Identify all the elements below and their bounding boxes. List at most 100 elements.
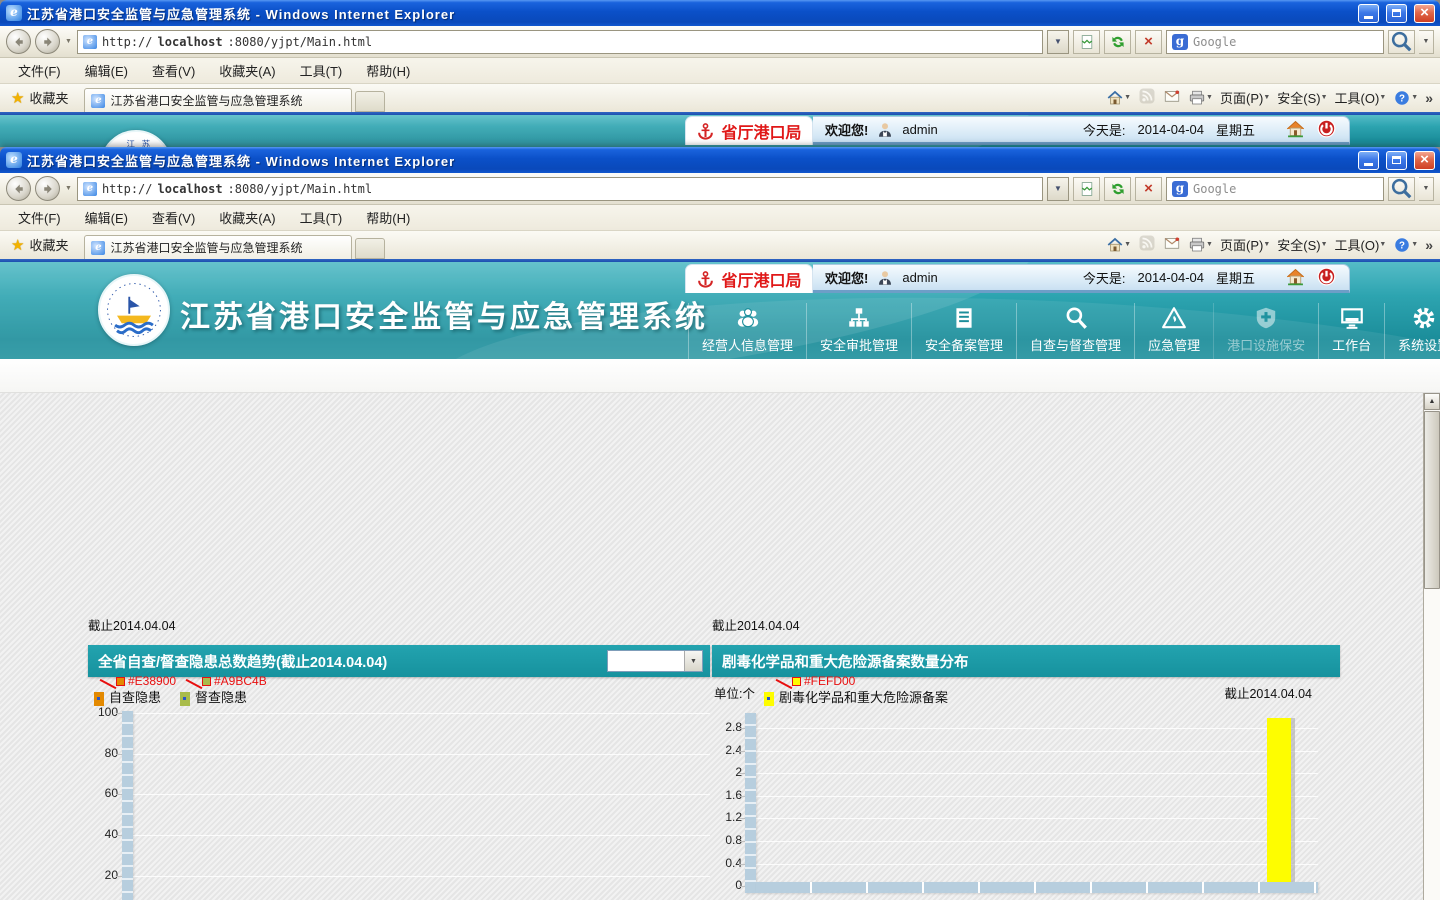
menu-help[interactable]: 帮助(H) [356, 58, 420, 83]
menu-edit[interactable]: 编辑(E) [75, 205, 138, 230]
refresh-button[interactable] [1104, 177, 1131, 201]
annotation-swatch [116, 677, 125, 686]
compatibility-view-button[interactable] [1073, 177, 1100, 201]
nav-item-settings[interactable]: 系统设置 [1384, 303, 1440, 359]
logout-button[interactable] [1316, 266, 1337, 290]
home-shortcut-button[interactable] [1285, 266, 1306, 290]
forward-button[interactable] [35, 176, 60, 201]
page-menu-button[interactable]: 页面(P) ▼ [1220, 88, 1270, 107]
close-button[interactable] [1414, 151, 1435, 170]
annotation-swatch [202, 677, 211, 686]
tools-menu-button[interactable]: 工具(O) ▼ [1335, 88, 1387, 107]
favorites-button[interactable]: 收藏夹 [3, 231, 78, 259]
search-input[interactable]: g Google [1166, 30, 1384, 54]
safety-menu-button[interactable]: 安全(S) ▼ [1277, 235, 1327, 254]
refresh-button[interactable] [1104, 30, 1131, 54]
home-shortcut-button[interactable] [1285, 118, 1306, 142]
vertical-scrollbar[interactable]: ▲ [1423, 393, 1440, 900]
maximize-button[interactable] [1386, 151, 1407, 170]
nav-item-port-security[interactable]: 港口设施保安 [1213, 303, 1318, 359]
search-button[interactable] [1388, 30, 1415, 54]
menu-help[interactable]: 帮助(H) [356, 205, 420, 230]
back-button[interactable] [6, 29, 31, 54]
org-tab: 省厅港口局 [685, 264, 813, 293]
print-button[interactable]: ▼ [1188, 236, 1213, 254]
stop-button[interactable]: × [1135, 30, 1162, 54]
nav-label: 系统设置 [1398, 335, 1440, 354]
new-tab-stub[interactable] [355, 91, 385, 112]
scroll-up-button[interactable]: ▲ [1424, 393, 1440, 410]
new-tab-stub[interactable] [355, 238, 385, 259]
page-icon: e [83, 35, 97, 49]
hazmat-chart-panel: 截止2014.04.04 剧毒化学品和重大危险源备案数量分布 单位:个 截止20… [712, 393, 1340, 900]
minimize-button[interactable] [1358, 151, 1379, 170]
url-field[interactable]: e http://localhost:8080/yjpt/Main.html [77, 30, 1043, 54]
favorites-bar: 收藏夹 e 江苏省港口安全监管与应急管理系统 ▼ ▼ 页面( [0, 84, 1440, 112]
toolbar-overflow-icon[interactable] [1425, 237, 1433, 253]
logout-button[interactable] [1316, 118, 1337, 142]
history-caret-icon[interactable]: ▼ [64, 38, 73, 45]
menu-file[interactable]: 文件(F) [8, 205, 71, 230]
browser-tab[interactable]: e 江苏省港口安全监管与应急管理系统 [84, 235, 352, 259]
nav-item-emergency[interactable]: 应急管理 [1134, 303, 1213, 359]
minimize-button[interactable] [1358, 4, 1379, 23]
search-options-caret[interactable]: ▼ [1419, 30, 1434, 54]
nav-item-self-inspection[interactable]: 自查与督查管理 [1016, 303, 1134, 359]
feeds-button[interactable] [1138, 87, 1156, 108]
feeds-button[interactable] [1138, 234, 1156, 255]
help-button[interactable]: ? ▼ [1393, 236, 1418, 254]
menu-favorites[interactable]: 收藏夹(A) [209, 58, 285, 83]
menu-tools[interactable]: 工具(T) [290, 205, 353, 230]
users-icon [735, 305, 761, 331]
title-bar[interactable]: e 江苏省港口安全监管与应急管理系统 - Windows Internet Ex… [0, 0, 1440, 26]
tools-menu-button[interactable]: 工具(O) ▼ [1335, 235, 1387, 254]
search-options-caret[interactable]: ▼ [1419, 177, 1434, 201]
safety-menu-button[interactable]: 安全(S) ▼ [1277, 88, 1327, 107]
home-button[interactable]: ▼ [1106, 236, 1131, 254]
stop-button[interactable]: × [1135, 177, 1162, 201]
title-bar[interactable]: e 江苏省港口安全监管与应急管理系统 - Windows Internet Ex… [0, 147, 1440, 173]
url-dropdown-button[interactable]: ▼ [1047, 30, 1069, 54]
menu-view[interactable]: 查看(V) [142, 205, 205, 230]
home-button[interactable]: ▼ [1106, 89, 1131, 107]
search-placeholder: Google [1193, 35, 1236, 49]
scrollbar-thumb[interactable] [1424, 411, 1440, 589]
url-field[interactable]: e http://localhost:8080/yjpt/Main.html [77, 177, 1043, 201]
x-axis-band [756, 882, 1318, 893]
history-caret-icon[interactable]: ▼ [64, 185, 73, 192]
gridline [756, 728, 1318, 729]
gridline [133, 876, 710, 877]
menu-file[interactable]: 文件(F) [8, 58, 71, 83]
home-icon [1106, 89, 1124, 107]
toolbar-overflow-icon[interactable] [1425, 90, 1433, 106]
nav-item-safety-approval[interactable]: 安全审批管理 [806, 303, 911, 359]
legend-swatch-yellow [764, 692, 774, 706]
user-strip-main: 欢迎您! admin 今天是: 2014-04-04 星期五 [813, 264, 1350, 293]
menu-favorites[interactable]: 收藏夹(A) [209, 205, 285, 230]
mail-button[interactable] [1163, 234, 1181, 255]
nav-label: 自查与督查管理 [1030, 335, 1121, 354]
favorites-button[interactable]: 收藏夹 [3, 84, 78, 112]
help-button[interactable]: ? ▼ [1393, 89, 1418, 107]
url-dropdown-button[interactable]: ▼ [1047, 177, 1069, 201]
nav-item-safety-filing[interactable]: 安全备案管理 [911, 303, 1016, 359]
menu-view[interactable]: 查看(V) [142, 58, 205, 83]
nav-item-workbench[interactable]: 工作台 [1318, 303, 1384, 359]
close-icon [1420, 4, 1429, 22]
trend-filter-select[interactable]: ▼ [607, 650, 703, 672]
mail-button[interactable] [1163, 87, 1181, 108]
compatibility-view-button[interactable] [1073, 30, 1100, 54]
maximize-button[interactable] [1386, 4, 1407, 23]
browser-tab[interactable]: e 江苏省港口安全监管与应急管理系统 [84, 88, 352, 112]
page-menu-button[interactable]: 页面(P) ▼ [1220, 235, 1270, 254]
back-button[interactable] [6, 176, 31, 201]
forward-button[interactable] [35, 29, 60, 54]
search-button[interactable] [1388, 177, 1415, 201]
search-input[interactable]: g Google [1166, 177, 1384, 201]
menu-tools[interactable]: 工具(T) [290, 58, 353, 83]
nav-label: 安全备案管理 [925, 335, 1003, 354]
menu-edit[interactable]: 编辑(E) [75, 58, 138, 83]
close-button[interactable] [1414, 4, 1435, 23]
print-button[interactable]: ▼ [1188, 89, 1213, 107]
nav-item-operator-info[interactable]: 经营人信息管理 [688, 303, 806, 359]
